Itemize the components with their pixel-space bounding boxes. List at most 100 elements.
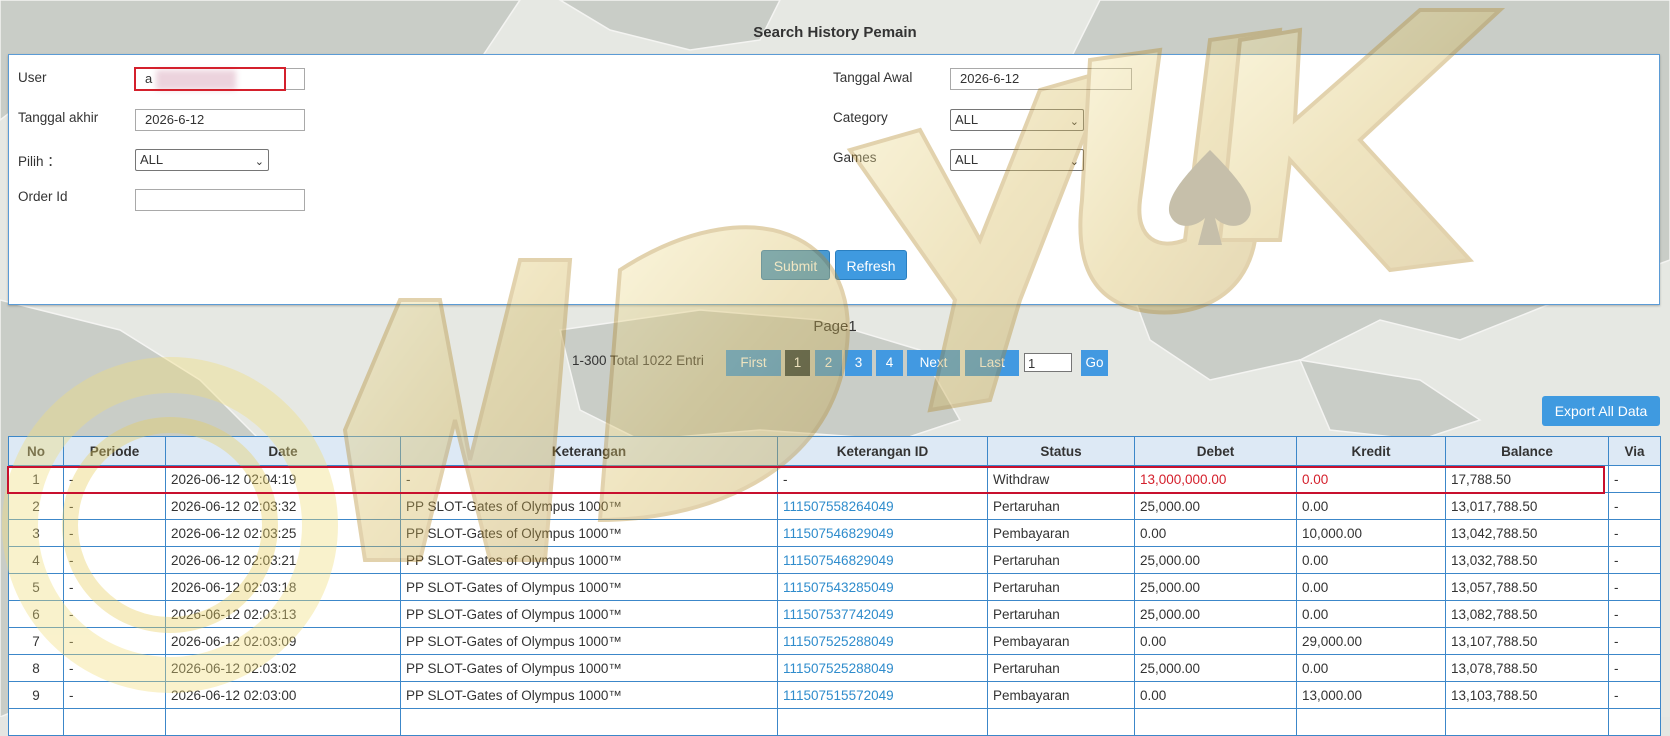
cell-periode: - bbox=[63, 492, 166, 520]
cell-keterangan: PP SLOT-Gates of Olympus 1000™ bbox=[400, 546, 778, 574]
cell-status: Pembayaran bbox=[987, 519, 1135, 547]
tanggal-awal-input[interactable]: 2026-6-12 bbox=[950, 68, 1132, 90]
table-row: 9-2026-06-12 02:03:00 PP SLOT-Gates of Ol… bbox=[8, 681, 1661, 709]
go-button[interactable]: Go bbox=[1081, 350, 1108, 376]
table-header-row: No Periode Date Keterangan Keterangan ID… bbox=[8, 436, 1661, 466]
next-page-button[interactable]: Next bbox=[907, 350, 960, 376]
page-button-1[interactable]: 1 bbox=[785, 350, 810, 376]
cell-kredit: 0.00 bbox=[1296, 492, 1446, 520]
cell-status: Pertaruhan bbox=[987, 654, 1135, 682]
table-row: 5-2026-06-12 02:03:18 PP SLOT-Gates of Ol… bbox=[8, 573, 1661, 601]
cell-balance: 13,103,788.50 bbox=[1445, 681, 1609, 709]
chevron-down-icon: ⌄ bbox=[254, 156, 264, 168]
cell-kredit: 0.00 bbox=[1296, 546, 1446, 574]
cell-via: - bbox=[1608, 681, 1661, 709]
cell-keterangan-id[interactable]: 111507515572049 bbox=[777, 681, 988, 709]
withdraw-row-highlight bbox=[7, 466, 1605, 494]
category-select[interactable]: ALL ⌄ bbox=[950, 109, 1084, 131]
page-title: Search History Pemain bbox=[753, 24, 917, 41]
cell-keterangan: PP SLOT-Gates of Olympus 1000™ bbox=[400, 573, 778, 601]
cell-periode: - bbox=[63, 600, 166, 628]
cell-row-number: 5 bbox=[8, 573, 64, 601]
cell-balance: 13,078,788.50 bbox=[1445, 654, 1609, 682]
cell-periode: - bbox=[63, 627, 166, 655]
cell-status: Pembayaran bbox=[987, 681, 1135, 709]
cell-keterangan-id[interactable]: 111507537742049 bbox=[777, 600, 988, 628]
table-row bbox=[8, 708, 1661, 736]
cell-status: Pertaruhan bbox=[987, 573, 1135, 601]
cell-balance: 13,057,788.50 bbox=[1445, 573, 1609, 601]
cell-date: 2026-06-12 02:03:00 bbox=[165, 681, 401, 709]
cell-status: Pertaruhan bbox=[987, 600, 1135, 628]
games-select[interactable]: ALL ⌄ bbox=[950, 149, 1084, 171]
cell-row-number: 9 bbox=[8, 681, 64, 709]
cell-keterangan-id[interactable]: 111507546829049 bbox=[777, 546, 988, 574]
page-button-2[interactable]: 2 bbox=[815, 350, 842, 376]
cell-via: - bbox=[1608, 600, 1661, 628]
cell-debet: 25,000.00 bbox=[1134, 600, 1297, 628]
cell-debet: 25,000.00 bbox=[1134, 573, 1297, 601]
table-row: 6-2026-06-12 02:03:13 PP SLOT-Gates of Ol… bbox=[8, 600, 1661, 628]
tanggal-akhir-label: Tanggal akhir bbox=[18, 110, 99, 125]
cell-balance: 13,107,788.50 bbox=[1445, 627, 1609, 655]
chevron-down-icon: ⌄ bbox=[1069, 156, 1079, 168]
table-row: 2-2026-06-12 02:03:32 PP SLOT-Gates of Ol… bbox=[8, 492, 1661, 520]
cell-debet: 25,000.00 bbox=[1134, 492, 1297, 520]
cell-row-number: 2 bbox=[8, 492, 64, 520]
refresh-button[interactable]: Refresh bbox=[835, 250, 907, 280]
cell-status: Pertaruhan bbox=[987, 492, 1135, 520]
cell-via: - bbox=[1608, 546, 1661, 574]
cell-keterangan-id[interactable]: 111507546829049 bbox=[777, 519, 988, 547]
export-all-data-button[interactable]: Export All Data bbox=[1542, 396, 1660, 426]
cell-date: 2026-06-12 02:03:09 bbox=[165, 627, 401, 655]
cell-row-number: 4 bbox=[8, 546, 64, 574]
cell-keterangan-id[interactable]: 111507525288049 bbox=[777, 654, 988, 682]
order-id-label: Order Id bbox=[18, 189, 68, 204]
cell-date: 2026-06-12 02:03:21 bbox=[165, 546, 401, 574]
cell-debet: 25,000.00 bbox=[1134, 546, 1297, 574]
cell-kredit: 13,000.00 bbox=[1296, 681, 1446, 709]
pilih-select[interactable]: ALL ⌄ bbox=[135, 149, 269, 171]
cell-via: - bbox=[1608, 492, 1661, 520]
cell-balance: 13,032,788.50 bbox=[1445, 546, 1609, 574]
cell-keterangan-id[interactable]: 111507558264049 bbox=[777, 492, 988, 520]
order-id-input[interactable] bbox=[135, 189, 305, 211]
first-page-button[interactable]: First bbox=[726, 350, 781, 376]
cell-keterangan: PP SLOT-Gates of Olympus 1000™ bbox=[400, 627, 778, 655]
cell-via: - bbox=[1608, 627, 1661, 655]
table-row: 8-2026-06-12 02:03:02 PP SLOT-Gates of Ol… bbox=[8, 654, 1661, 682]
column-header: No bbox=[8, 436, 64, 466]
cell-keterangan: PP SLOT-Gates of Olympus 1000™ bbox=[400, 519, 778, 547]
cell-row-number: 3 bbox=[8, 519, 64, 547]
cell-date: 2026-06-12 02:03:32 bbox=[165, 492, 401, 520]
column-header: Debet bbox=[1134, 436, 1297, 466]
category-label: Category bbox=[833, 110, 888, 125]
page-number-input[interactable]: 1 bbox=[1024, 353, 1072, 372]
cell-debet: 25,000.00 bbox=[1134, 654, 1297, 682]
cell-periode: - bbox=[63, 519, 166, 547]
cell-row-number: 6 bbox=[8, 600, 64, 628]
cell-debet bbox=[1134, 708, 1297, 736]
cell-kredit bbox=[1296, 708, 1446, 736]
category-selected: ALL bbox=[955, 112, 979, 127]
chevron-down-icon: ⌄ bbox=[1069, 116, 1079, 128]
cell-date: 2026-06-12 02:03:02 bbox=[165, 654, 401, 682]
cell-row-number: 8 bbox=[8, 654, 64, 682]
last-page-button[interactable]: Last bbox=[965, 350, 1019, 376]
page-button-3[interactable]: 3 bbox=[845, 350, 872, 376]
page-button-4[interactable]: 4 bbox=[876, 350, 903, 376]
column-header: Date bbox=[165, 436, 401, 466]
submit-button[interactable]: Submit bbox=[761, 250, 830, 280]
cell-keterangan-id[interactable]: 111507525288049 bbox=[777, 627, 988, 655]
tanggal-akhir-input[interactable]: 2026-6-12 bbox=[135, 109, 305, 131]
column-header: Periode bbox=[63, 436, 166, 466]
cell-keterangan-id[interactable]: 111507543285049 bbox=[777, 573, 988, 601]
cell-periode: - bbox=[63, 573, 166, 601]
page-indicator: Page1 bbox=[813, 318, 857, 335]
cell-row-number bbox=[8, 708, 64, 736]
pilih-selected: ALL bbox=[140, 152, 164, 167]
pagination-info: 1-300 Total 1022 Entri bbox=[572, 353, 704, 368]
column-header: Keterangan bbox=[400, 436, 778, 466]
cell-kredit: 0.00 bbox=[1296, 654, 1446, 682]
table-row: 3-2026-06-12 02:03:25 PP SLOT-Gates of Ol… bbox=[8, 519, 1661, 547]
